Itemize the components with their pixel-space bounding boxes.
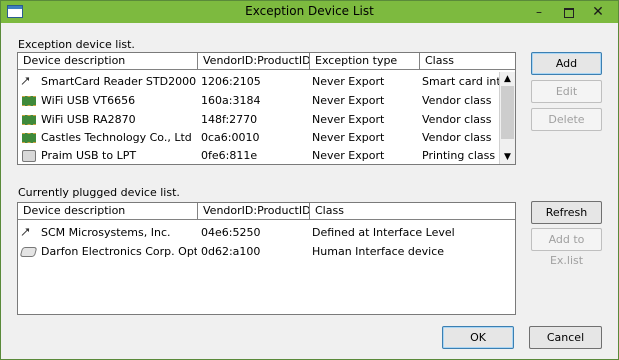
- usb-icon: ⭧: [21, 74, 31, 90]
- maximize-icon: [564, 7, 574, 18]
- exception-type: Never Export: [312, 113, 385, 126]
- vendor-product-id: 160a:3184: [201, 94, 261, 107]
- title-bar[interactable]: Exception Device List – ✕: [1, 1, 618, 23]
- maximize-button[interactable]: [556, 3, 582, 21]
- exception-type: Never Export: [312, 75, 385, 88]
- vendor-product-id: 0fe6:811e: [201, 149, 258, 162]
- exception-type: Never Export: [312, 94, 385, 107]
- vendor-product-id: 0ca6:0010: [201, 131, 260, 144]
- close-button[interactable]: ✕: [585, 3, 611, 21]
- device-class: Human Interface device: [312, 245, 445, 258]
- device-class: Smart card inter: [422, 75, 500, 88]
- vendor-product-id: 1206:2105: [201, 75, 261, 88]
- vendor-product-id: 0d62:a100: [201, 245, 261, 258]
- exception-list-label: Exception device list.: [18, 38, 135, 51]
- plugged-list-label: Currently plugged device list.: [18, 186, 180, 199]
- device-class: Vendor class: [422, 131, 492, 144]
- column-header-device-description[interactable]: Device description: [18, 53, 198, 70]
- exception-device-list[interactable]: Device description VendorID:ProductID Ex…: [17, 52, 516, 165]
- device-description: Praim USB to LPT: [41, 149, 137, 162]
- vertical-scrollbar[interactable]: ▲ ▼: [499, 72, 515, 164]
- network-chip-icon: [21, 130, 37, 146]
- usb-icon: ⭧: [21, 225, 31, 241]
- ok-button[interactable]: OK: [442, 326, 514, 349]
- exception-type: Never Export: [312, 149, 385, 162]
- vendor-product-id: 148f:2770: [201, 113, 258, 126]
- device-description: SmartCard Reader STD2000: [41, 75, 197, 88]
- scroll-down-arrow-icon[interactable]: ▼: [500, 150, 515, 164]
- cancel-button[interactable]: Cancel: [529, 326, 602, 349]
- column-header-class[interactable]: Class: [310, 203, 515, 220]
- table-row[interactable]: Darfon Electronics Corp. Optical I 0d62:…: [18, 243, 515, 261]
- exception-device-list-window: Exception Device List – ✕ Exception devi…: [0, 0, 619, 360]
- column-header-device-description[interactable]: Device description: [18, 203, 198, 220]
- column-header-vendor-product-id[interactable]: VendorID:ProductID: [198, 203, 310, 220]
- scroll-up-arrow-icon[interactable]: ▲: [500, 72, 515, 86]
- column-header-exception-type[interactable]: Exception type: [310, 53, 420, 70]
- device-description: Darfon Electronics Corp. Optical I: [41, 245, 197, 258]
- delete-button[interactable]: Delete: [531, 108, 602, 131]
- network-chip-icon: [21, 112, 37, 128]
- table-row[interactable]: WiFi USB RA2870 148f:2770 Never Export V…: [18, 111, 500, 129]
- column-header-vendor-product-id[interactable]: VendorID:ProductID: [198, 53, 310, 70]
- add-to-exception-list-button[interactable]: Add to Ex.list: [531, 228, 602, 267]
- plugged-device-list[interactable]: Device description VendorID:ProductID Cl…: [17, 202, 516, 315]
- vendor-product-id: 04e6:5250: [201, 226, 261, 239]
- table-row[interactable]: Praim USB to LPT 0fe6:811e Never Export …: [18, 147, 500, 164]
- edit-button[interactable]: Edit: [531, 80, 602, 103]
- device-description: SCM Microsystems, Inc.: [41, 226, 171, 239]
- table-row[interactable]: ⭧ SmartCard Reader STD2000 1206:2105 Nev…: [18, 73, 500, 91]
- device-description: WiFi USB VT6656: [41, 94, 136, 107]
- device-description: Castles Technology Co., Ltd: [41, 131, 192, 144]
- keyboard-icon: [19, 244, 38, 260]
- column-header-class[interactable]: Class: [420, 53, 515, 70]
- printer-icon: [21, 148, 37, 164]
- device-description: WiFi USB RA2870: [41, 113, 136, 126]
- device-class: Printing class: [422, 149, 496, 162]
- network-chip-icon: [21, 93, 37, 109]
- device-class: Vendor class: [422, 94, 492, 107]
- scrollbar-thumb[interactable]: [501, 86, 514, 139]
- device-class: Defined at Interface Level: [312, 226, 455, 239]
- add-button[interactable]: Add: [531, 52, 602, 75]
- minimize-button[interactable]: –: [526, 3, 552, 21]
- table-row[interactable]: WiFi USB VT6656 160a:3184 Never Export V…: [18, 92, 500, 110]
- refresh-button[interactable]: Refresh: [531, 201, 602, 224]
- table-row[interactable]: Castles Technology Co., Ltd 0ca6:0010 Ne…: [18, 129, 500, 147]
- device-class: Vendor class: [422, 113, 492, 126]
- exception-type: Never Export: [312, 131, 385, 144]
- table-row[interactable]: ⭧ SCM Microsystems, Inc. 04e6:5250 Defin…: [18, 224, 515, 242]
